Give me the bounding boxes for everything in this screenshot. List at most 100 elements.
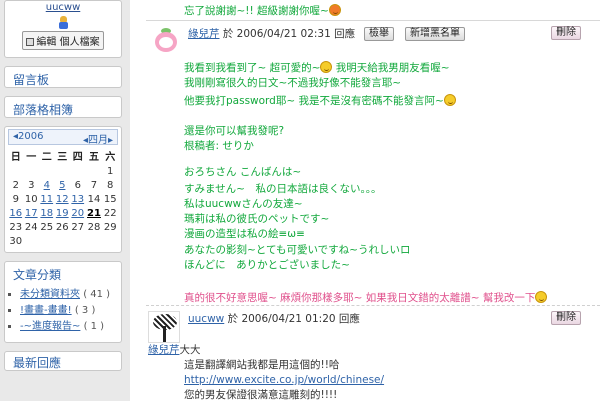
previous-reply: 忘了說謝謝~!! 超級謝謝你喔~ [184,4,341,18]
user-avatar-icon[interactable] [58,16,69,29]
comment-text: 他要我打password耶~ 我是不是沒有密碼不能發言阿~ [184,95,444,107]
calendar-day[interactable]: 18 [39,206,55,220]
category-link[interactable]: 未分類資料夾 [20,289,80,300]
edit-profile-button[interactable]: 編輯 個人檔案 [22,31,104,50]
comment-line: すみません~ 私の日本語は良くない。。。 [184,183,382,195]
calendar-day: 9 [12,193,19,205]
latest-comments-box: 最新回應 [4,351,122,371]
comment-text: 大大 [179,344,201,356]
edit-profile-label: 編輯 個人檔案 [36,37,100,48]
comment-line: 私はuucwwさんの友達~ [184,198,303,210]
calendar-empty-cell [86,234,103,248]
calendar-day[interactable]: 19 [55,206,71,220]
calendar-day: 28 [87,221,101,233]
calendar-month-select[interactable]: ◂四月▸ [83,131,113,146]
category-link[interactable]: !畫畫-畫畫! [20,305,72,316]
smiley-icon [535,291,548,303]
report-button[interactable]: 檢舉 [364,27,394,41]
comments-panel: 忘了說謝謝~!! 超級謝謝你喔~ 綠兒芹 於 2006/04/21 02:31 … [130,0,600,401]
comment-author-link[interactable]: uucww [188,313,224,325]
calendar-day[interactable]: 16 [8,206,24,220]
divider [146,20,600,21]
comment-text: 我明天給我男朋友看喔~ [335,62,450,74]
calendar-day: 25 [40,221,54,233]
calendar-day[interactable]: 21 [86,206,103,220]
comment-line: 瑪莉は私の彼氏のペットです~ [184,213,330,225]
comment-line: 根稿者: せりか [184,140,254,152]
calendar-day: 23 [9,221,23,233]
calendar-day: 14 [87,193,101,205]
calendar-day[interactable]: 17 [24,206,40,220]
calendar-weekday: 六 [105,152,116,163]
delete-comment-button[interactable]: 刪除 [551,26,581,40]
calendar-weekday: 一 [26,152,37,163]
calendar-weekday: 日 [10,152,21,163]
profile-username-link[interactable]: uucww [5,2,121,13]
calendar-day: 22 [103,207,117,219]
calendar-empty-cell [39,164,55,178]
calendar-week: 1 [8,164,118,178]
calendar-year: 2006 [18,131,44,142]
blog-hangout-label: 部落格相簿 [13,103,74,117]
calendar-day: 7 [90,179,98,191]
calendar-day[interactable]: 20 [70,206,86,220]
comment-meta: 於 2006/04/21 02:31 回應 [222,28,356,40]
calendar-empty-cell [55,164,71,178]
blog-hangout-link[interactable]: 部落格相簿 [4,96,122,118]
commenter-avatar[interactable] [148,311,180,343]
categories-title: 文章分類 [13,268,62,282]
categories-list: 未分類資料夾 ( 41 ) !畫畫-畫畫! ( 3 ) -~進度報告~ ( 1 … [10,288,116,333]
calendar-weekday: 四 [72,152,83,163]
calendar-empty-cell [24,164,40,178]
calendar-empty-cell [8,164,24,178]
guestbook-label: 留言板 [13,73,50,87]
smiley-icon [328,4,341,16]
category-count: ( 1 ) [83,321,105,332]
guestbook-link[interactable]: 留言板 [4,66,122,88]
calendar-empty-cell [39,234,55,248]
calendar-day: 30 [9,235,23,247]
smiley-icon [320,61,333,73]
delete-comment-button[interactable]: 刪除 [551,311,581,325]
owner-reply: 真的很不好意思喔~ 麻煩你那樣多耶~ 如果我日文錯的太離譜~ 幫我改一下 [184,291,548,305]
calendar-empty-cell [70,164,86,178]
calendar-weekday: 二 [41,152,52,163]
owner-reply-text: 真的很不好意思喔~ 麻煩你那樣多耶~ 如果我日文錯的太離譜~ 幫我改一下 [184,292,536,304]
calendar-empty-cell [86,164,103,178]
comment-line: 這是翻譯網站我都是用這個的!!哈 [184,359,340,371]
calendar-day[interactable]: 11 [39,192,55,206]
calendar-grid: 日一二三四五六 1 2 3 4 5 6 7 8 9 10 11 12 13 14 15 16 17 18 19 20 2… [8,147,118,248]
comment-line: 我剛剛寫很久的日文~不過我好像不能發言耶~ [184,77,402,89]
smiley-icon [443,94,456,106]
calendar-day[interactable]: 13 [70,192,86,206]
comment-header: uucww 於 2006/04/21 01:20 回應 [188,312,360,326]
comment-author-link[interactable]: 綠兒芹 [188,28,220,40]
previous-reply-text: 忘了說謝謝~!! 超級謝謝你喔~ [184,5,329,17]
calendar-day[interactable]: 12 [55,192,71,206]
latest-comments-title: 最新回應 [13,356,62,370]
calendar-day: 3 [28,179,35,191]
translation-site-link[interactable]: http://www.excite.co.jp/world/chinese/ [184,373,384,387]
calendar-day: 8 [107,179,114,191]
calendar-year-select[interactable]: ◂2006 [13,131,43,142]
calendar-month: 四月 [87,135,108,146]
categories-box: 文章分類 未分類資料夾 ( 41 ) !畫畫-畫畫! ( 3 ) -~進度報告~… [4,261,122,343]
comment-line: 他要我打password耶~ 我是不是沒有密碼不能發言阿~ [184,94,456,108]
category-link[interactable]: -~進度報告~ [20,321,80,332]
mention-link[interactable]: 綠兒芹 [148,344,180,356]
calendar-empty-cell [55,234,71,248]
comment-line: 您的男友保證很滿意這雕刻的!!!! [184,389,338,401]
add-blacklist-button[interactable]: 新增黑名單 [405,27,465,41]
commenter-avatar[interactable] [150,26,182,58]
comment-header: 綠兒芹 於 2006/04/21 02:31 回應 [188,27,355,41]
comment-line: 綠兒芹大大 [148,343,201,357]
calendar-empty-cell [24,234,40,248]
comment-line: あなたの影刻~とても可愛いですね~うれしいロ [184,244,411,256]
calendar-day: 2 [12,179,19,191]
calendar-day[interactable]: 5 [55,178,71,192]
calendar-week: 23 24 25 26 27 28 29 [8,220,118,234]
comment-line: おろちさん こんばんは~ [184,166,302,178]
calendar-day: 29 [103,221,117,233]
calendar-day[interactable]: 4 [39,178,55,192]
calendar-weekday: 三 [57,152,68,163]
